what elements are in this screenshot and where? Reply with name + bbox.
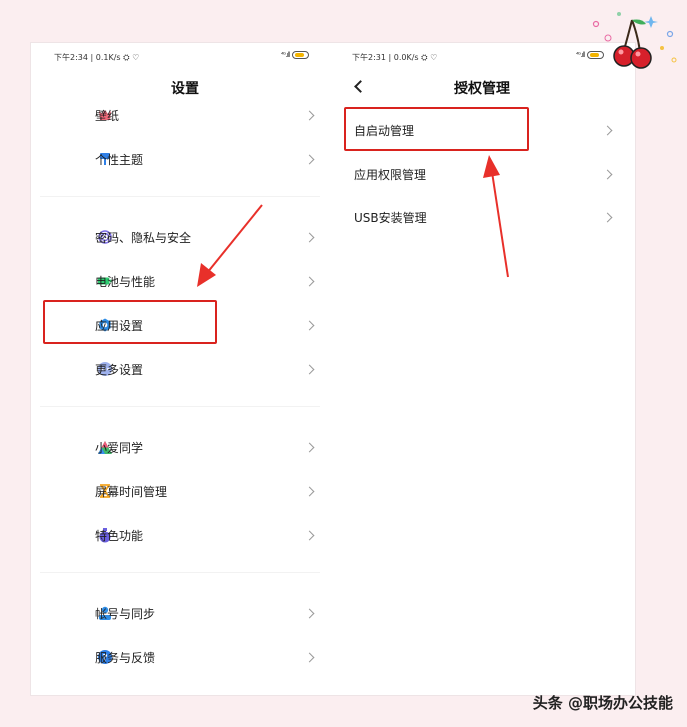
cherry-sticker-icon (592, 12, 677, 69)
annotation-arrows (197, 155, 509, 287)
watermark: 头条 @职场办公技能 (532, 694, 673, 712)
red-arrow-left (197, 204, 263, 287)
red-arrow-right (483, 155, 509, 278)
